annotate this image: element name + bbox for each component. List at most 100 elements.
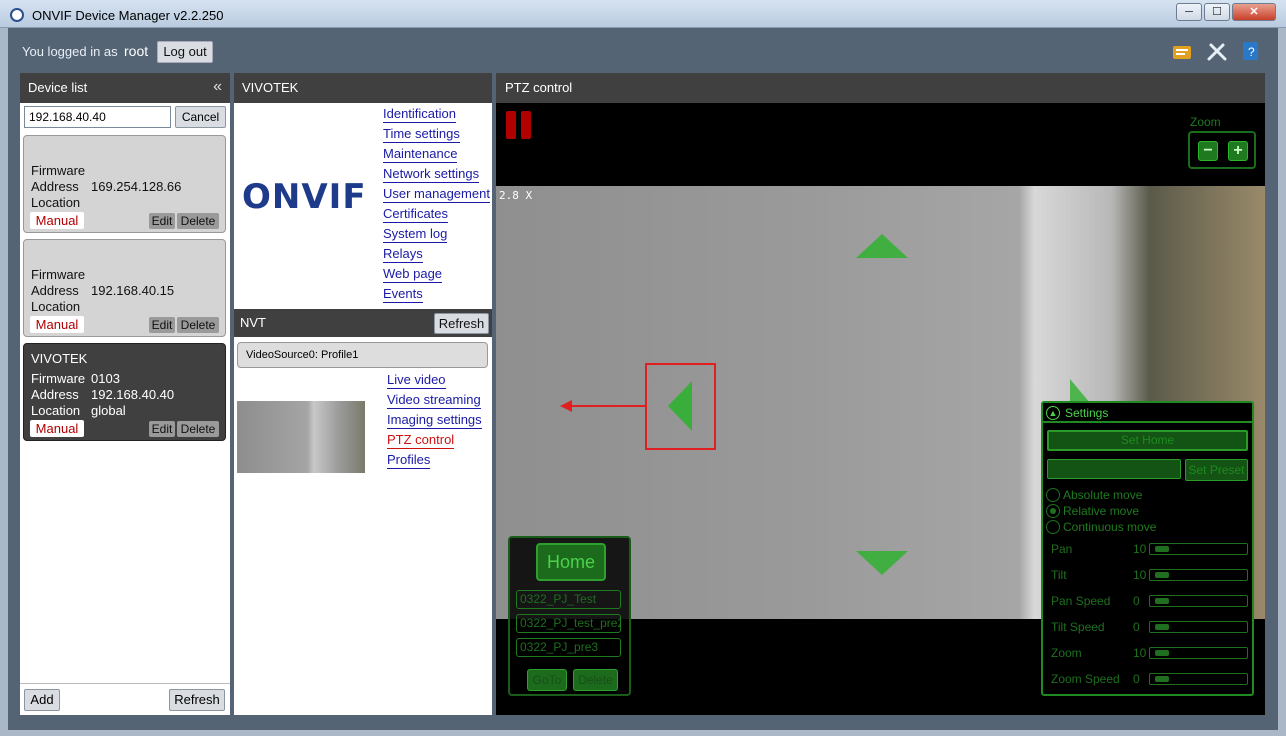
window-title: ONVIF Device Manager v2.2.250	[32, 8, 224, 23]
link-maintenance[interactable]: Maintenance	[383, 146, 458, 163]
logout-button[interactable]: Log out	[157, 41, 213, 63]
pan-slider[interactable]	[1149, 543, 1248, 555]
firmware-label: Firmware	[31, 163, 86, 178]
device-card-selected[interactable]: VIVOTEK Firmware 0103 Address 192.168.40…	[23, 343, 226, 441]
zoom-speed-slider[interactable]	[1149, 673, 1248, 685]
add-device-button[interactable]: Add	[24, 689, 60, 711]
firmware-label: Firmware	[31, 267, 86, 282]
slider-thumb[interactable]	[1155, 650, 1169, 656]
help-icon[interactable]: ?	[1240, 40, 1262, 62]
preset-item[interactable]: 0322_PJ_pre3	[516, 638, 621, 657]
link-user-management[interactable]: User management	[383, 186, 490, 203]
nvt-title: NVT	[240, 315, 266, 330]
device-panel-header: VIVOTEK	[234, 73, 492, 103]
slider-thumb[interactable]	[1155, 598, 1169, 604]
zoom-setting-value: 10	[1133, 646, 1147, 660]
link-events[interactable]: Events	[383, 286, 423, 303]
nvt-refresh-button[interactable]: Refresh	[434, 313, 489, 334]
location-value: global	[91, 403, 126, 418]
preset-item[interactable]: 0322_PJ_Test	[516, 590, 621, 609]
slider-thumb[interactable]	[1155, 546, 1169, 552]
news-icon[interactable]	[1171, 40, 1193, 62]
settings-header[interactable]: ▲ Settings	[1043, 403, 1252, 423]
pan-speed-slider[interactable]	[1149, 595, 1248, 607]
edit-button[interactable]: Edit	[149, 317, 175, 333]
delete-button[interactable]: Delete	[177, 421, 219, 437]
zoom-in-button[interactable]: +	[1228, 141, 1248, 161]
location-label: Location	[31, 299, 81, 314]
zoom-label: Zoom	[1190, 115, 1221, 129]
link-system-log[interactable]: System log	[383, 226, 448, 243]
link-imaging-settings[interactable]: Imaging settings	[387, 412, 482, 429]
tilt-speed-value: 0	[1133, 620, 1140, 634]
link-live-video[interactable]: Live video	[387, 372, 446, 389]
zoom-readout: 2.8 X	[499, 189, 533, 202]
edit-button[interactable]: Edit	[149, 421, 175, 437]
link-ptz-control[interactable]: PTZ control	[387, 432, 455, 449]
link-time-settings[interactable]: Time settings	[383, 126, 460, 143]
link-video-streaming[interactable]: Video streaming	[387, 392, 481, 409]
title-bar: ONVIF Device Manager v2.2.250 ─ ☐ ✕	[0, 0, 1286, 28]
address-value: 192.168.40.15	[91, 283, 175, 298]
goto-button[interactable]: GoTo	[527, 669, 567, 691]
set-preset-button[interactable]: Set Preset	[1185, 459, 1248, 481]
continuous-move-radio[interactable]	[1046, 520, 1060, 534]
tilt-up-arrow-icon[interactable]	[854, 231, 910, 261]
collapse-icon[interactable]: «	[213, 73, 222, 101]
manual-badge: Manual	[30, 420, 84, 437]
manual-badge: Manual	[30, 316, 84, 333]
device-search-input[interactable]	[24, 106, 171, 128]
link-profiles[interactable]: Profiles	[387, 452, 431, 469]
slider-thumb[interactable]	[1155, 624, 1169, 630]
logged-in-label: You logged in as	[22, 44, 118, 59]
address-label: Address	[31, 387, 79, 402]
refresh-button[interactable]: Refresh	[169, 689, 225, 711]
app-icon	[10, 8, 24, 22]
ptz-panel: PTZ control Zoom − + 2.8 X Home 0322_PJ_…	[496, 73, 1265, 715]
tilt-slider[interactable]	[1149, 569, 1248, 581]
delete-button[interactable]: Delete	[177, 317, 219, 333]
cancel-button[interactable]: Cancel	[175, 106, 226, 128]
pause-icon[interactable]	[506, 111, 532, 139]
main-area: You logged in as root Log out ? Device l…	[8, 28, 1278, 730]
preset-item[interactable]: 0322_PJ_test_pre2	[516, 614, 621, 633]
device-card[interactable]: Firmware Address 169.254.128.66 Location…	[23, 135, 226, 233]
pan-speed-value: 0	[1133, 594, 1140, 608]
device-card[interactable]: Firmware Address 192.168.40.15 Location …	[23, 239, 226, 337]
zoom-slider[interactable]	[1149, 647, 1248, 659]
device-list-title: Device list	[28, 80, 88, 95]
link-relays[interactable]: Relays	[383, 246, 423, 263]
delete-button[interactable]: Delete	[177, 213, 219, 229]
tilt-down-arrow-icon[interactable]	[854, 548, 910, 578]
device-panel: VIVOTEK ONVIF Identification Time settin…	[234, 73, 492, 715]
slider-thumb[interactable]	[1155, 676, 1169, 682]
zoom-controls: − +	[1188, 131, 1256, 169]
link-network-settings[interactable]: Network settings	[383, 166, 480, 183]
close-button[interactable]: ✕	[1232, 3, 1276, 21]
link-identification[interactable]: Identification	[383, 106, 456, 123]
set-home-button[interactable]: Set Home	[1047, 430, 1248, 451]
delete-preset-button[interactable]: Delete	[573, 669, 618, 691]
edit-button[interactable]: Edit	[149, 213, 175, 229]
link-web-page[interactable]: Web page	[383, 266, 443, 283]
settings-panel: ▲ Settings Set Home Set Preset Absolute …	[1041, 401, 1254, 696]
slider-thumb[interactable]	[1155, 572, 1169, 578]
annotation-arrow-icon	[560, 400, 572, 412]
minimize-button[interactable]: ─	[1176, 3, 1202, 21]
tools-icon[interactable]	[1206, 40, 1228, 62]
maximize-button[interactable]: ☐	[1204, 3, 1230, 21]
address-value: 169.254.128.66	[91, 179, 182, 194]
home-button[interactable]: Home	[536, 543, 606, 581]
address-label: Address	[31, 283, 79, 298]
chevron-up-icon[interactable]: ▲	[1046, 406, 1060, 420]
divider	[20, 683, 230, 684]
highlight-box	[645, 363, 716, 450]
profile-selector[interactable]: VideoSource0: Profile1	[237, 342, 488, 368]
tilt-speed-slider[interactable]	[1149, 621, 1248, 633]
absolute-move-radio[interactable]	[1046, 488, 1060, 502]
zoom-out-button[interactable]: −	[1198, 141, 1218, 161]
pan-speed-label: Pan Speed	[1051, 594, 1111, 608]
relative-move-radio[interactable]	[1046, 504, 1060, 518]
link-certificates[interactable]: Certificates	[383, 206, 449, 223]
preset-name-input[interactable]	[1047, 459, 1181, 479]
